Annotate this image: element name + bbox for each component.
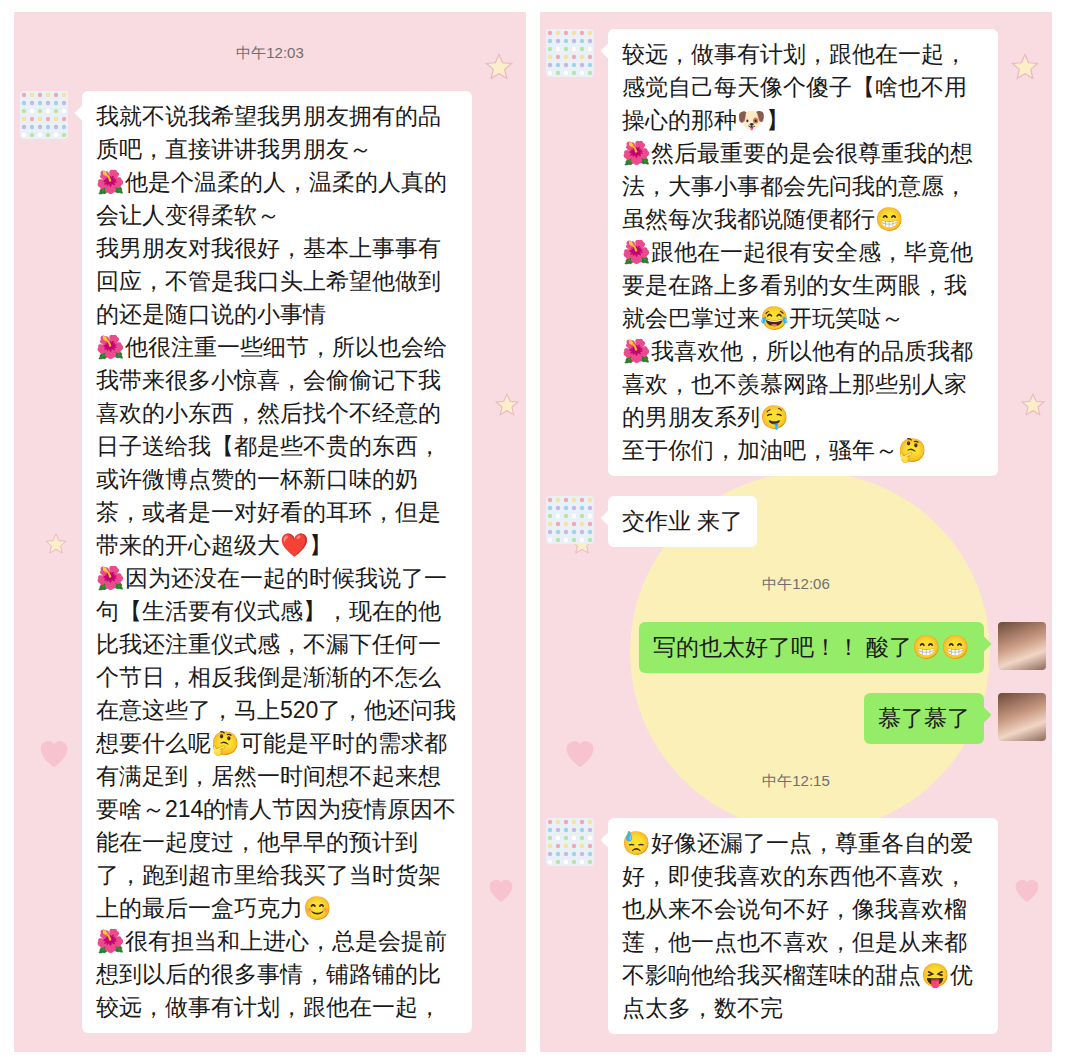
heart-icon — [484, 872, 518, 906]
message-text: 较远，做事有计划，跟他在一起，感觉自己每天像个傻子【啥也不用操心的那种🐶】 — [622, 38, 984, 137]
message-text: 🌺他很注重一些细节，所以也会给我带来很多小惊喜，会偷偷记下我喜欢的小东西，然后找… — [96, 331, 458, 562]
message-text: 交作业 来了 — [622, 505, 743, 538]
message-text: 🌺跟他在一起很有安全感，毕竟他要是在路上多看别的女生两眼，我就会巴掌过来😂开玩笑… — [622, 236, 984, 335]
message-text: 慕了慕了 — [878, 702, 970, 735]
message-text: 😓好像还漏了一点，尊重各自的爱好，即使我喜欢的东西他不喜欢，也从来不会说句不好，… — [622, 827, 984, 1025]
message-row: 😓好像还漏了一点，尊重各自的爱好，即使我喜欢的东西他不喜欢，也从来不会说句不好，… — [540, 818, 1052, 1034]
star-icon — [44, 532, 68, 556]
avatar-icon[interactable] — [546, 818, 594, 866]
message-bubble[interactable]: 慕了慕了 — [864, 693, 984, 744]
message-text: 我男朋友对我很好，基本上事事有回应，不管是我口头上希望他做到的还是随口说的小事情 — [96, 232, 458, 331]
message-row: 写的也太好了吧！！ 酸了😁😁 — [540, 622, 1052, 673]
chat-panel: 中午12:03 我就不说我希望我男朋友拥有的品质吧，直接讲讲我男朋友～🌺他是个温柔… — [14, 12, 526, 1052]
message-row: 较远，做事有计划，跟他在一起，感觉自己每天像个傻子【啥也不用操心的那种🐶】🌺然后… — [540, 29, 1052, 476]
message-text: 🌺因为还没在一起的时候我说了一句【生活要有仪式感】，现在的他比我还注重仪式感，不… — [96, 562, 458, 925]
message-bubble[interactable]: 😓好像还漏了一点，尊重各自的爱好，即使我喜欢的东西他不喜欢，也从来不会说句不好，… — [608, 818, 998, 1034]
heart-icon — [34, 732, 74, 772]
user-avatar[interactable] — [998, 693, 1046, 741]
message-text: 我就不说我希望我男朋友拥有的品质吧，直接讲讲我男朋友～ — [96, 100, 458, 166]
avatar-icon[interactable] — [546, 496, 594, 544]
time-label: 中午12:06 — [762, 567, 830, 602]
message-text: 至于你们，加油吧，骚年～🤔 — [622, 434, 984, 467]
star-icon — [1010, 52, 1040, 82]
message-text: 🌺很有担当和上进心，总是会提前想到以后的很多事情，铺路铺的比较远，做事有计划，跟… — [96, 925, 458, 1024]
chat-panel: 较远，做事有计划，跟他在一起，感觉自己每天像个傻子【啥也不用操心的那种🐶】🌺然后… — [540, 12, 1052, 1052]
message-text: 🌺他是个温柔的人，温柔的人真的会让人变得柔软～ — [96, 166, 458, 232]
message-bubble[interactable]: 写的也太好了吧！！ 酸了😁😁 — [639, 622, 984, 673]
message-text: 写的也太好了吧！！ 酸了😁😁 — [653, 631, 970, 664]
star-icon — [494, 392, 520, 418]
message-bubble[interactable]: 交作业 来了 — [608, 496, 757, 547]
time-label: 中午12:03 — [236, 36, 304, 71]
message-row: 交作业 来了 — [540, 496, 1052, 547]
screenshot: 中午12:03 我就不说我希望我男朋友拥有的品质吧，直接讲讲我男朋友～🌺他是个温柔… — [0, 0, 1066, 1064]
message-row: 慕了慕了 — [540, 693, 1052, 744]
star-icon — [1020, 392, 1046, 418]
star-icon — [484, 52, 514, 82]
message-text: 🌺然后最重要的是会很尊重我的想法，大事小事都会先问我的意愿，虽然每次我都说随便都… — [622, 137, 984, 236]
heart-icon — [1010, 872, 1044, 906]
message-bubble[interactable]: 我就不说我希望我男朋友拥有的品质吧，直接讲讲我男朋友～🌺他是个温柔的人，温柔的人… — [82, 91, 472, 1033]
avatar-icon[interactable] — [546, 29, 594, 77]
time-label: 中午12:15 — [762, 764, 830, 799]
message-text: 🌺我喜欢他，所以他有的品质我都喜欢，也不羡慕网路上那些别人家的男朋友系列🤤 — [622, 335, 984, 434]
message-row: 我就不说我希望我男朋友拥有的品质吧，直接讲讲我男朋友～🌺他是个温柔的人，温柔的人… — [14, 91, 526, 1033]
heart-icon — [560, 732, 600, 772]
avatar-icon[interactable] — [20, 91, 68, 139]
message-bubble[interactable]: 较远，做事有计划，跟他在一起，感觉自己每天像个傻子【啥也不用操心的那种🐶】🌺然后… — [608, 29, 998, 476]
user-avatar[interactable] — [998, 622, 1046, 670]
